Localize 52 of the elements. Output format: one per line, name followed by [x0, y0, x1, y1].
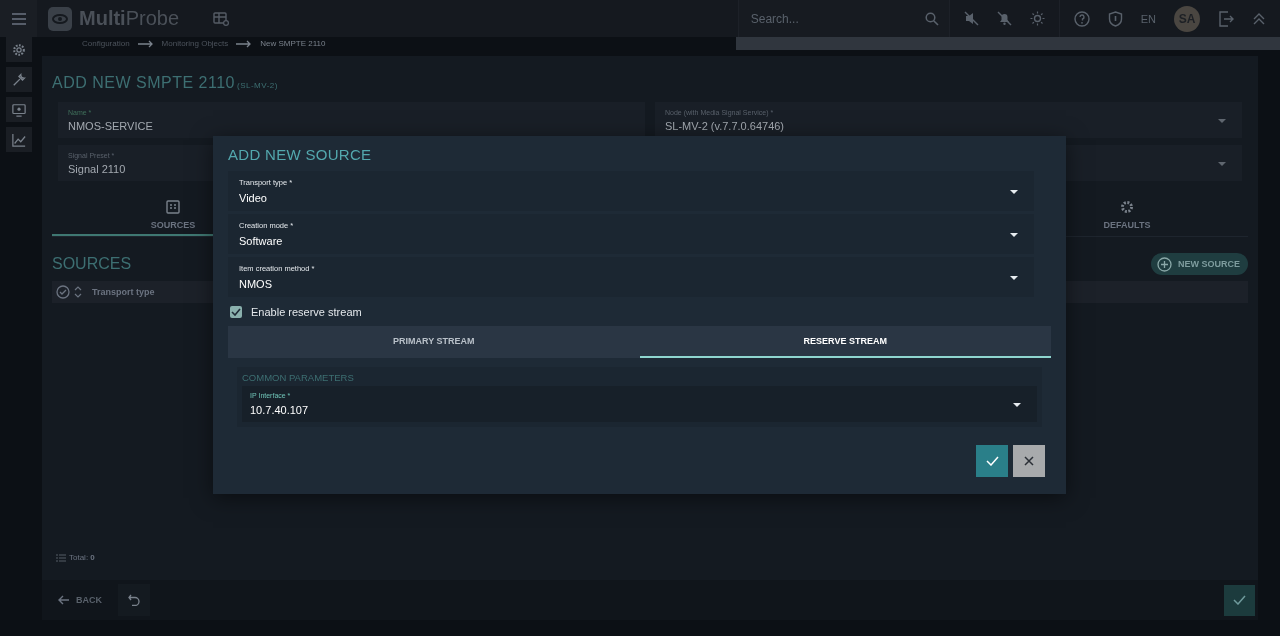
collapse-icon[interactable]: [1252, 11, 1266, 26]
arrow-icon: [137, 39, 154, 48]
new-source-button[interactable]: NEW SOURCE: [1151, 253, 1248, 275]
page-title: ADD NEW SMPTE 2110: [52, 74, 235, 91]
check-circle-icon[interactable]: [56, 285, 70, 299]
caret-icon: [1013, 403, 1021, 407]
search-field[interactable]: Search...: [748, 10, 925, 27]
section-title: COMMON PARAMETERS: [242, 372, 355, 383]
bell-off-icon[interactable]: [996, 11, 1012, 26]
gear-icon: [1120, 199, 1134, 214]
dashboard-icon[interactable]: [213, 10, 230, 27]
brightness-icon[interactable]: [1029, 11, 1045, 26]
tab[interactable]: RESERVE STREAM: [639, 326, 1051, 358]
checkbox-label: Enable reserve stream: [251, 306, 362, 318]
caret-icon: [1010, 276, 1018, 280]
plus-icon: [1157, 256, 1172, 272]
undo-icon: [128, 594, 140, 606]
confirm-button[interactable]: [1224, 584, 1255, 616]
mute-icon[interactable]: [963, 11, 979, 26]
search-icon: [924, 11, 939, 26]
grid-icon: [166, 199, 180, 214]
confirm-button[interactable]: [976, 445, 1008, 477]
column-header[interactable]: Transport type: [92, 287, 155, 297]
arrow-icon: [236, 39, 253, 48]
undo-button[interactable]: [118, 584, 150, 616]
menu-icon[interactable]: [0, 0, 37, 37]
caret-icon: [1010, 233, 1018, 237]
shield-icon[interactable]: [1107, 10, 1123, 27]
check-icon: [1233, 595, 1246, 605]
checkbox[interactable]: [230, 306, 242, 318]
arrow-icon: [58, 594, 70, 606]
total-count: Total: 0: [69, 553, 95, 562]
language-code: EN: [1140, 12, 1156, 25]
caret-icon: [1218, 119, 1226, 123]
settings-icon[interactable]: [5, 37, 32, 62]
tab[interactable]: PRIMARY STREAM: [228, 326, 640, 358]
logo-icon: [48, 6, 72, 31]
logout-icon[interactable]: [1218, 10, 1234, 27]
monitor-icon[interactable]: [5, 97, 32, 122]
caret-icon: [1010, 190, 1018, 194]
list-icon: [56, 553, 66, 562]
close-button[interactable]: [1013, 445, 1045, 477]
wrench-icon[interactable]: [5, 67, 32, 92]
check-icon: [985, 456, 999, 466]
section-title: SOURCES: [52, 255, 132, 273]
close-icon: [1024, 456, 1034, 466]
page-subtitle: (SL-MV-2): [236, 81, 278, 90]
sort-icon[interactable]: [74, 285, 82, 299]
app-name: MultiProbe: [79, 7, 180, 30]
chart-icon[interactable]: [5, 127, 32, 152]
help-icon[interactable]: [1073, 10, 1090, 27]
caret-icon: [1218, 162, 1226, 166]
